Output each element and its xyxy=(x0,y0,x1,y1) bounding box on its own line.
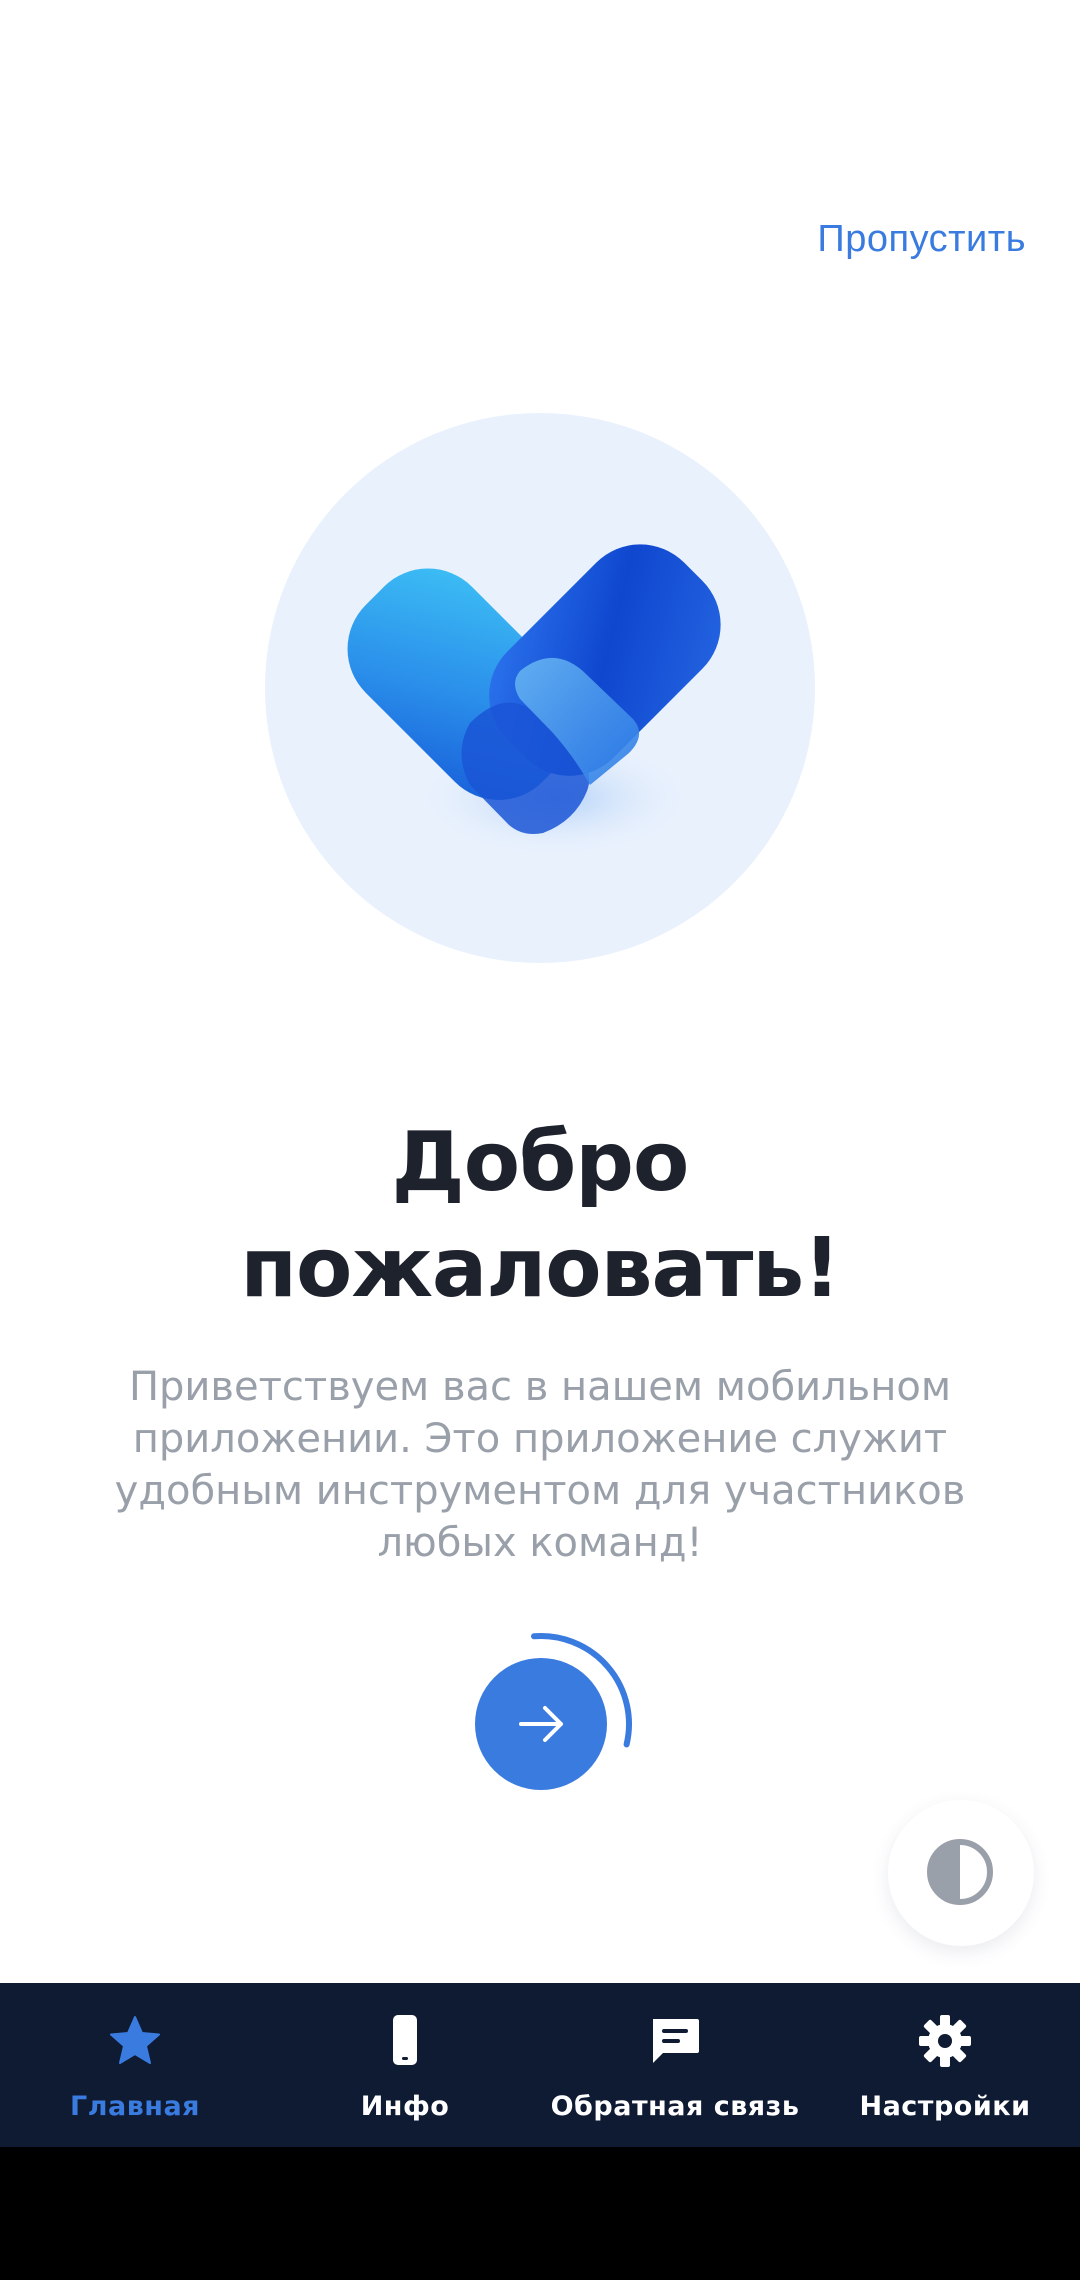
skip-button[interactable]: Пропустить xyxy=(817,218,1026,261)
phone-icon xyxy=(393,2015,417,2065)
nav-item-home[interactable]: Главная xyxy=(0,1983,270,2147)
theme-toggle-button[interactable] xyxy=(888,1800,1034,1946)
system-navigation-bar xyxy=(0,2147,1080,2280)
onboarding-screen: Пропустить Добро пожаловать! Приветствуе… xyxy=(0,0,1080,2280)
nav-item-feedback[interactable]: Обратная связь xyxy=(540,1983,810,2147)
nav-item-settings[interactable]: Настройки xyxy=(810,1983,1080,2147)
description-text: Приветствуем вас в нашем мобильном прило… xyxy=(114,1364,966,1566)
title-line-2: пожаловать! xyxy=(240,1221,840,1316)
contrast-icon xyxy=(927,1839,993,1905)
nav-item-label: Обратная связь xyxy=(550,2091,800,2122)
bottom-nav: Главная Инфо Обратная связь Настройки xyxy=(0,1983,1080,2147)
next-control xyxy=(440,1600,640,1800)
page-title: Добро пожаловать! xyxy=(0,1110,1080,1322)
chat-icon xyxy=(653,2019,699,2063)
heart-logo-icon xyxy=(347,544,721,858)
nav-item-info[interactable]: Инфо xyxy=(270,1983,540,2147)
illustration xyxy=(265,413,815,963)
nav-item-label: Настройки xyxy=(859,2091,1031,2122)
gear-icon xyxy=(919,2015,971,2067)
next-button[interactable] xyxy=(475,1658,607,1790)
star-icon xyxy=(110,2016,160,2064)
arrow-right-icon xyxy=(519,1706,563,1742)
title-line-1: Добро xyxy=(391,1115,690,1210)
nav-item-label: Инфо xyxy=(360,2091,450,2122)
nav-item-label: Главная xyxy=(70,2091,200,2122)
